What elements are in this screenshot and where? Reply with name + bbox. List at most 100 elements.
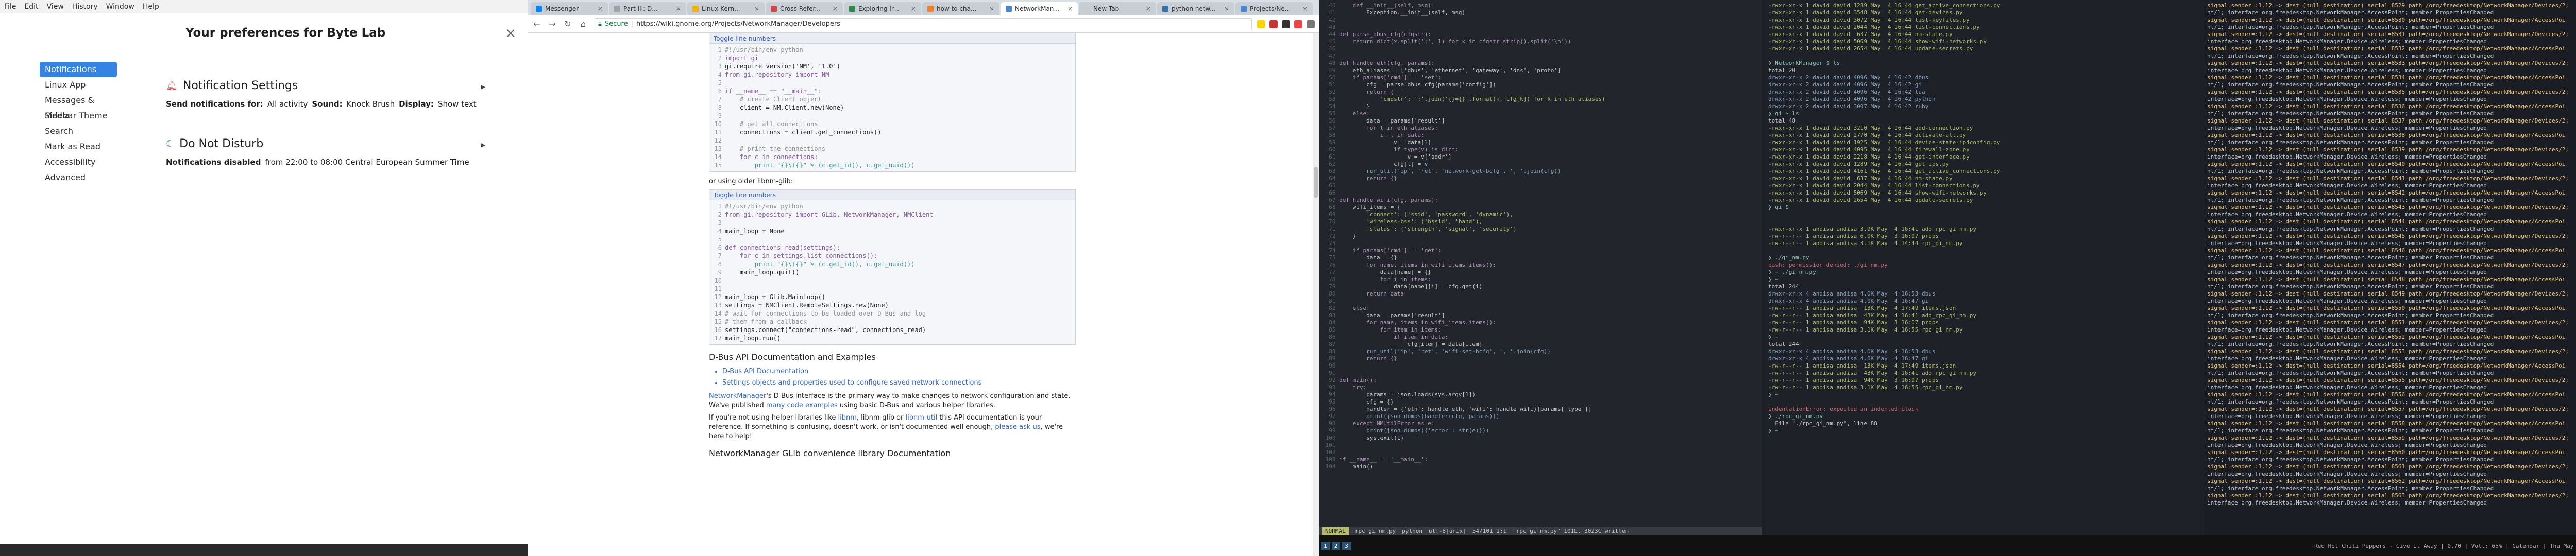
shell-output[interactable]: -rwxr-xr-x 1 david david 1289 May 4 16:4… xyxy=(1765,0,2200,437)
terminal-line: -rwxr-xr-x 1 david david 637 May 4 16:44… xyxy=(1768,175,1953,182)
please-ask-us-link[interactable]: please ask us xyxy=(995,423,1040,431)
forward-icon[interactable]: → xyxy=(547,19,557,29)
code-block-1: Toggle line numbers 1 #!/usr/bin/env pyth… xyxy=(709,33,1076,172)
close-tab-icon[interactable]: × xyxy=(833,5,838,12)
terminal-line: -rwxr-xr-x 1 david david 1925 May 4 16:4… xyxy=(1768,139,2001,146)
nav-item-accessibility[interactable]: Accessibility xyxy=(40,154,117,170)
workspace-button[interactable]: 2 xyxy=(1331,542,1341,550)
terminal-line: data = {} xyxy=(1339,254,1397,261)
home-icon[interactable]: ⌂ xyxy=(578,19,588,29)
menu-file[interactable]: File xyxy=(4,3,16,11)
extension-icon[interactable] xyxy=(1294,20,1302,28)
close-tab-icon[interactable]: × xyxy=(989,5,994,12)
tab-linux-kernel[interactable]: Linux Kern... × xyxy=(687,2,765,15)
tab-cross-reference[interactable]: Cross Refer... × xyxy=(766,2,843,15)
nav-item-advanced[interactable]: Advanced xyxy=(40,170,117,185)
chevron-right-icon[interactable]: ▸ xyxy=(481,81,485,92)
libnm-util-link[interactable]: libnm-util xyxy=(906,414,938,422)
terminal-line: drwxr-xr-x 2 david david 4096 May 4 16:4… xyxy=(1768,74,1929,81)
terminal-line: nt/1; interface=org.freedesktop.NetworkM… xyxy=(2207,312,2494,319)
vim-buffer[interactable]: 40 def __init__(self, msg): 41 Exception… xyxy=(1319,0,1762,473)
tab-new-tab[interactable]: New Tab × xyxy=(1079,2,1156,15)
browser-toolbar: ← → ↻ ⌂ 🔒︎ Secure | https://wiki.gnome.o… xyxy=(528,15,1319,33)
line-number: 48 xyxy=(1322,60,1340,66)
tab-exploring[interactable]: Exploring Ir... × xyxy=(844,2,921,15)
close-tab-icon[interactable]: × xyxy=(911,5,916,12)
workspace-button[interactable]: 3 xyxy=(1342,542,1351,550)
terminal-line: if __name__ == '__main__': xyxy=(1339,456,1428,463)
extension-icon[interactable] xyxy=(1282,20,1290,28)
close-tab-icon[interactable]: × xyxy=(1067,5,1073,12)
tab-python-network[interactable]: python netw... × xyxy=(1157,2,1234,15)
terminal-line: signal sender=:1.12 -> dest=(null destin… xyxy=(2207,377,2569,384)
terminal-line: drwxr-xr-x 4 andisa andisa 4.0K May 4 16… xyxy=(1768,355,1929,362)
line-number: 59 xyxy=(1322,139,1340,146)
text: using basic D-Bus and various helper lib… xyxy=(839,402,995,409)
line-number: 73 xyxy=(1322,240,1340,247)
dbus-api-doc-link[interactable]: D-Bus API Documentation xyxy=(722,366,1076,377)
close-tab-icon[interactable]: × xyxy=(1146,5,1151,12)
line-number: 100 xyxy=(1322,435,1340,441)
tab-messenger[interactable]: Messenger × xyxy=(531,2,608,15)
close-icon[interactable]: × xyxy=(503,25,518,41)
menu-history[interactable]: History xyxy=(72,3,98,11)
terminal-line: return { xyxy=(1339,89,1394,95)
tab-how-to[interactable]: how to cha... × xyxy=(922,2,999,15)
menu-window[interactable]: Window xyxy=(106,3,134,11)
back-icon[interactable]: ← xyxy=(532,19,542,29)
code-examples-link[interactable]: many code examples xyxy=(766,402,838,409)
page-scrollbar[interactable] xyxy=(1313,33,1319,556)
terminal-line: -rwxr-xr-x 1 david david 1289 May 4 16:4… xyxy=(1768,2,2001,9)
shell-terminal[interactable]: -rwxr-xr-x 1 david david 1289 May 4 16:4… xyxy=(1765,0,2200,535)
terminal-line: interface=org.freedesktop.NetworkManager… xyxy=(2207,413,2487,420)
terminal-line: -rw-r--r-- 1 andisa andisa 3.1K May 4 14… xyxy=(1768,240,1963,247)
nav-item-notifications[interactable]: Notifications xyxy=(40,62,117,77)
nav-item-linux-app[interactable]: Linux App xyxy=(40,77,117,93)
tab-part-iii[interactable]: Part III: D... × xyxy=(609,2,686,15)
vim-editor[interactable]: 40 def __init__(self, msg): 41 Exception… xyxy=(1319,0,1762,535)
close-tab-icon[interactable]: × xyxy=(754,5,759,12)
close-tab-icon[interactable]: × xyxy=(598,5,603,12)
line-number: 96 xyxy=(1322,406,1340,412)
terminal-line: if item in data: xyxy=(1339,334,1449,340)
line-number: 86 xyxy=(1322,334,1340,340)
toggle-line-numbers-link[interactable]: Toggle line numbers xyxy=(709,33,1075,44)
menu-help[interactable]: Help xyxy=(143,3,159,11)
close-tab-icon[interactable]: × xyxy=(1224,5,1229,12)
terminal-line: data = params['result'] xyxy=(1339,312,1445,319)
terminal-line: cfg[item] = data[item] xyxy=(1339,341,1483,348)
dnd-section[interactable]: ☾ Do Not Disturb ▸ Notifications disable… xyxy=(166,137,485,167)
tab-networkmanager[interactable]: NetworkMan... × xyxy=(1001,2,1078,15)
close-tab-icon[interactable]: × xyxy=(1302,5,1308,12)
notification-settings-section[interactable]: 🔔︎ Notification Settings ▸ Send notifica… xyxy=(166,79,485,109)
settings-objects-link[interactable]: Settings objects and properties used to … xyxy=(722,377,1076,389)
tab-projects[interactable]: Projects/Ne... × xyxy=(1235,2,1313,15)
nav-item-messages-media[interactable]: Messages & Media xyxy=(40,93,117,120)
workspace-button[interactable]: 1 xyxy=(1321,542,1330,550)
moon-icon: ☾ xyxy=(166,138,175,149)
toggle-line-numbers-link[interactable]: Toggle line numbers xyxy=(709,190,1075,200)
networkmanager-link[interactable]: NetworkManager xyxy=(709,392,766,400)
nav-item-sidebar-theme[interactable]: Sidebar Theme xyxy=(40,108,117,124)
star-icon[interactable] xyxy=(1257,20,1265,28)
reload-icon[interactable]: ↻ xyxy=(563,19,573,29)
chevron-right-icon[interactable]: ▸ xyxy=(481,140,485,150)
menu-edit[interactable]: Edit xyxy=(24,3,38,11)
dbus-monitor-output[interactable]: signal sender=:1.12 -> dest=(null destin… xyxy=(2204,0,2576,509)
libnm-link[interactable]: libnm xyxy=(838,414,857,422)
menu-view[interactable]: View xyxy=(47,3,64,11)
adblock-icon[interactable] xyxy=(1269,20,1278,28)
nav-item-mark-as-read[interactable]: Mark as Read xyxy=(40,139,117,154)
dbus-monitor-terminal[interactable]: signal sender=:1.12 -> dest=(null destin… xyxy=(2204,0,2576,535)
close-tab-icon[interactable]: × xyxy=(676,5,681,12)
nav-item-search[interactable]: Search xyxy=(40,124,117,139)
sound-value: Knock Brush xyxy=(346,99,395,109)
tab-title: python netw... xyxy=(1172,5,1216,12)
menu-icon[interactable] xyxy=(1307,20,1315,28)
address-bar[interactable]: 🔒︎ Secure | https://wiki.gnome.org/Proje… xyxy=(594,18,1252,30)
terminal-line: interface=org.freedesktop.NetworkManager… xyxy=(2207,67,2487,74)
line-number: 56 xyxy=(1322,117,1340,124)
scrollbar-thumb[interactable] xyxy=(1314,167,1318,198)
terminal-line: interface=org.freedesktop.NetworkManager… xyxy=(2207,326,2487,333)
notification-settings-heading: Notification Settings xyxy=(182,79,298,92)
